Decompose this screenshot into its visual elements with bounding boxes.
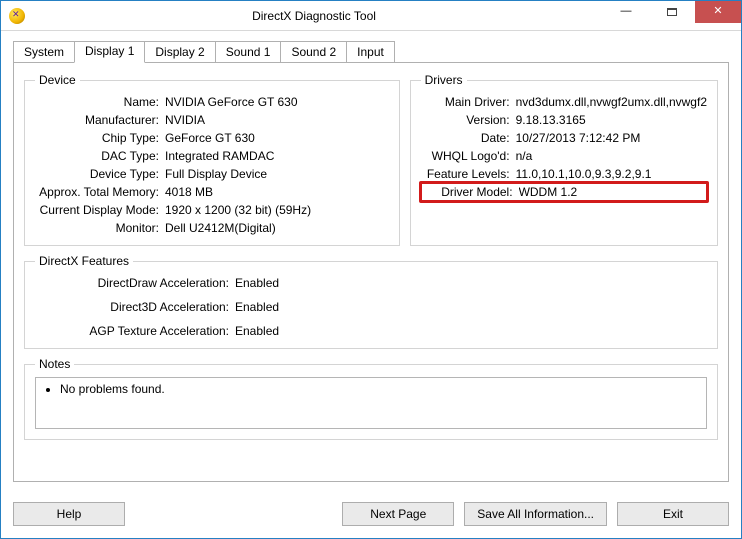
tab-panel-display-1: Device Name:NVIDIA GeForce GT 630 Manufa… xyxy=(13,62,729,482)
device-list: Name:NVIDIA GeForce GT 630 Manufacturer:… xyxy=(35,95,389,235)
spacer xyxy=(135,502,332,526)
next-page-button[interactable]: Next Page xyxy=(342,502,454,526)
label: Version: xyxy=(421,113,516,127)
value: 1920 x 1200 (32 bit) (59Hz) xyxy=(165,203,389,217)
tab-input[interactable]: Input xyxy=(346,41,395,62)
feature-direct3d: Direct3D Acceleration:Enabled xyxy=(35,300,707,314)
device-row-name: Name:NVIDIA GeForce GT 630 xyxy=(35,95,389,109)
device-group: Device Name:NVIDIA GeForce GT 630 Manufa… xyxy=(24,73,400,246)
minimize-button[interactable]: — xyxy=(603,1,649,23)
features-legend: DirectX Features xyxy=(35,254,133,268)
value: GeForce GT 630 xyxy=(165,131,389,145)
save-all-information-button[interactable]: Save All Information... xyxy=(464,502,607,526)
exit-button[interactable]: Exit xyxy=(617,502,729,526)
device-row-device-type: Device Type:Full Display Device xyxy=(35,167,389,181)
label: Name: xyxy=(35,95,165,109)
value: nvd3dumx.dll,nvwgf2umx.dll,nvwgf2 xyxy=(516,95,707,109)
drivers-row-version: Version:9.18.13.3165 xyxy=(421,113,707,127)
device-row-total-memory: Approx. Total Memory:4018 MB xyxy=(35,185,389,199)
drivers-row-main-driver: Main Driver:nvd3dumx.dll,nvwgf2umx.dll,n… xyxy=(421,95,707,109)
value: Full Display Device xyxy=(165,167,389,181)
value: 4018 MB xyxy=(165,185,389,199)
drivers-list: Main Driver:nvd3dumx.dll,nvwgf2umx.dll,n… xyxy=(421,95,707,199)
value: n/a xyxy=(516,149,707,163)
value: Enabled xyxy=(235,276,707,290)
minimize-icon: — xyxy=(621,6,632,17)
label: Manufacturer: xyxy=(35,113,165,127)
device-row-manufacturer: Manufacturer:NVIDIA xyxy=(35,113,389,127)
drivers-row-driver-model: Driver Model:WDDM 1.2 xyxy=(419,181,709,203)
notes-textarea[interactable]: No problems found. xyxy=(35,377,707,429)
drivers-group: Drivers Main Driver:nvd3dumx.dll,nvwgf2u… xyxy=(410,73,718,246)
device-legend: Device xyxy=(35,73,80,87)
label: Monitor: xyxy=(35,221,165,235)
value: Enabled xyxy=(235,300,707,314)
tab-system[interactable]: System xyxy=(13,41,75,62)
label: Date: xyxy=(421,131,516,145)
maximize-icon xyxy=(667,8,677,16)
features-list: DirectDraw Acceleration:Enabled Direct3D… xyxy=(35,276,707,338)
drivers-row-whql: WHQL Logo'd:n/a xyxy=(421,149,707,163)
drivers-legend: Drivers xyxy=(421,73,467,87)
feature-directdraw: DirectDraw Acceleration:Enabled xyxy=(35,276,707,290)
tabstrip: System Display 1 Display 2 Sound 1 Sound… xyxy=(13,41,729,62)
label: Device Type: xyxy=(35,167,165,181)
drivers-row-date: Date:10/27/2013 7:12:42 PM xyxy=(421,131,707,145)
directx-features-group: DirectX Features DirectDraw Acceleration… xyxy=(24,254,718,349)
drivers-row-feature-levels: Feature Levels:11.0,10.1,10.0,9.3,9.2,9.… xyxy=(421,167,707,181)
label: Direct3D Acceleration: xyxy=(35,300,235,314)
label: DAC Type: xyxy=(35,149,165,163)
label: Main Driver: xyxy=(421,95,516,109)
value: Dell U2412M(Digital) xyxy=(165,221,389,235)
client-area: System Display 1 Display 2 Sound 1 Sound… xyxy=(1,31,741,492)
value: Enabled xyxy=(235,324,707,338)
window-controls: — ✕ xyxy=(603,1,741,23)
close-icon: ✕ xyxy=(713,6,722,17)
help-button[interactable]: Help xyxy=(13,502,125,526)
value: WDDM 1.2 xyxy=(519,185,704,199)
feature-agp-texture: AGP Texture Acceleration:Enabled xyxy=(35,324,707,338)
window-title: DirectX Diagnostic Tool xyxy=(25,9,603,23)
label: Current Display Mode: xyxy=(35,203,165,217)
notes-item: No problems found. xyxy=(60,382,698,396)
device-row-dac-type: DAC Type:Integrated RAMDAC xyxy=(35,149,389,163)
label: Approx. Total Memory: xyxy=(35,185,165,199)
value: 10/27/2013 7:12:42 PM xyxy=(516,131,707,145)
label: Chip Type: xyxy=(35,131,165,145)
device-row-chip-type: Chip Type:GeForce GT 630 xyxy=(35,131,389,145)
label: WHQL Logo'd: xyxy=(421,149,516,163)
tab-sound-2[interactable]: Sound 2 xyxy=(280,41,347,62)
close-button[interactable]: ✕ xyxy=(695,1,741,23)
notes-legend: Notes xyxy=(35,357,74,371)
tab-display-2[interactable]: Display 2 xyxy=(144,41,215,62)
label: Driver Model: xyxy=(424,185,519,199)
tab-sound-1[interactable]: Sound 1 xyxy=(215,41,282,62)
value: NVIDIA xyxy=(165,113,389,127)
button-row: Help Next Page Save All Information... E… xyxy=(1,492,741,538)
value: 11.0,10.1,10.0,9.3,9.2,9.1 xyxy=(516,167,707,181)
titlebar: DirectX Diagnostic Tool — ✕ xyxy=(1,1,741,31)
maximize-button[interactable] xyxy=(649,1,695,23)
app-icon xyxy=(9,8,25,24)
label: Feature Levels: xyxy=(421,167,516,181)
window-frame: DirectX Diagnostic Tool — ✕ System Displ… xyxy=(0,0,742,539)
device-row-display-mode: Current Display Mode:1920 x 1200 (32 bit… xyxy=(35,203,389,217)
top-row: Device Name:NVIDIA GeForce GT 630 Manufa… xyxy=(24,73,718,246)
value: 9.18.13.3165 xyxy=(516,113,707,127)
label: DirectDraw Acceleration: xyxy=(35,276,235,290)
label: AGP Texture Acceleration: xyxy=(35,324,235,338)
value: Integrated RAMDAC xyxy=(165,149,389,163)
tab-display-1[interactable]: Display 1 xyxy=(74,41,145,63)
notes-group: Notes No problems found. xyxy=(24,357,718,440)
value: NVIDIA GeForce GT 630 xyxy=(165,95,389,109)
device-row-monitor: Monitor:Dell U2412M(Digital) xyxy=(35,221,389,235)
